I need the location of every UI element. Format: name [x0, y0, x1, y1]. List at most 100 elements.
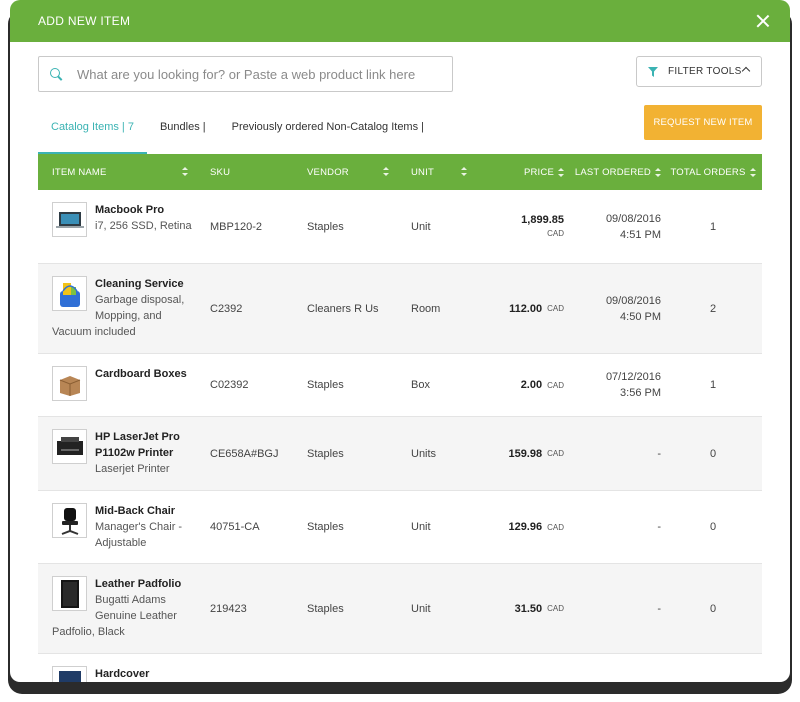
vendor-cell: Staples	[307, 447, 344, 460]
unit-cell: Units	[411, 447, 437, 460]
last-ordered-cell: -	[564, 564, 664, 653]
vendor-cell: Staples	[307, 379, 344, 391]
tab-bar: Catalog Items | 7 Bundles | Previously o…	[38, 110, 437, 154]
total-orders-cell: 2	[709, 302, 717, 315]
printer-thumbnail	[52, 429, 87, 464]
cleaning-supplies-thumbnail	[52, 276, 87, 311]
vendor-cell: Staples	[307, 220, 344, 233]
items-table: ITEM NAME SKU VENDOR UNIT PRICE LAST ORD…	[38, 154, 762, 682]
table-row[interactable]: Leather Padfolio Bugatti Adams Genuine L…	[38, 564, 762, 654]
sku-cell: CE658A#BGJ	[210, 447, 279, 460]
filter-tools-label: FILTER TOOLS	[668, 66, 742, 77]
item-cell: Cleaning Service Garbage disposal, Moppi…	[38, 264, 196, 353]
price-cell: 112.00 CAD	[501, 264, 564, 353]
table-row[interactable]: Macbook Pro i7, 256 SSD, Retina MBP120-2…	[38, 190, 762, 264]
vendor-cell: Staples	[307, 521, 344, 533]
close-icon[interactable]	[754, 12, 772, 30]
price-value: 112.00	[509, 302, 543, 315]
total-orders-cell: 0	[709, 447, 717, 460]
table-row[interactable]: Cleaning Service Garbage disposal, Moppi…	[38, 264, 762, 354]
filter-tools-button[interactable]: FILTER TOOLS	[636, 56, 762, 87]
column-header-total-orders[interactable]: TOTAL ORDERS	[664, 154, 762, 190]
padfolio-thumbnail	[52, 576, 87, 611]
last-ordered-time: 4:51 PM	[620, 228, 661, 241]
column-header-label: ITEM NAME	[52, 166, 107, 178]
sort-icon	[749, 167, 756, 177]
office-chair-thumbnail	[52, 503, 87, 538]
request-new-item-button[interactable]: REQUEST NEW ITEM	[644, 105, 762, 140]
item-cell: Macbook Pro i7, 256 SSD, Retina	[38, 190, 196, 263]
price-cell: 2.00 CAD	[501, 354, 564, 416]
table-row[interactable]: HP LaserJet Pro P1102w Printer Laserjet …	[38, 417, 762, 491]
last-ordered-cell: -	[564, 417, 664, 490]
last-ordered-time: 4:50 PM	[620, 310, 661, 323]
price-cell: 31.50 CAD	[501, 564, 564, 653]
column-header-price[interactable]: PRICE	[501, 154, 564, 190]
table-header: ITEM NAME SKU VENDOR UNIT PRICE LAST ORD…	[38, 154, 762, 190]
sku-cell: C2392	[210, 302, 243, 315]
column-header-last-ordered[interactable]: LAST ORDERED	[564, 154, 664, 190]
unit-cell: Box	[411, 379, 430, 391]
currency-label: CAD	[547, 604, 564, 613]
total-orders-cell: 0	[709, 521, 717, 533]
sort-icon	[655, 167, 661, 177]
column-header-label: LAST ORDERED	[574, 166, 651, 178]
last-ordered-cell: -	[564, 491, 664, 563]
table-body: Macbook Pro i7, 256 SSD, Retina MBP120-2…	[38, 190, 762, 682]
search-box[interactable]	[38, 56, 453, 92]
search-icon	[49, 67, 63, 81]
unit-cell: Unit	[411, 521, 431, 533]
tab-bundles[interactable]: Bundles |	[147, 110, 219, 154]
column-header-sku[interactable]: SKU	[196, 154, 293, 190]
currency-label: CAD	[547, 380, 564, 390]
search-input[interactable]	[77, 66, 437, 82]
column-header-item-name[interactable]: ITEM NAME	[38, 154, 196, 190]
tab-non-catalog-items[interactable]: Previously ordered Non-Catalog Items |	[219, 110, 437, 154]
laptop-thumbnail	[52, 202, 87, 237]
last-ordered-time: 3:56 PM	[620, 387, 661, 399]
price-value: 1,899.85	[521, 213, 564, 226]
sort-icon	[461, 167, 467, 176]
table-row[interactable]: Hardcover	[38, 654, 762, 682]
price-value: 2.00	[520, 379, 543, 391]
column-header-label: SKU	[210, 166, 231, 178]
currency-label: CAD	[547, 228, 564, 238]
column-header-unit[interactable]: UNIT	[397, 154, 501, 190]
filter-icon	[648, 66, 658, 77]
unit-cell: Room	[411, 302, 441, 315]
last-ordered-cell: 09/08/2016 4:51 PM	[564, 190, 664, 263]
price-value: 159.98	[508, 447, 543, 460]
unit-cell: Unit	[411, 602, 431, 615]
modal-title: ADD NEW ITEM	[38, 14, 131, 28]
add-item-modal: ADD NEW ITEM FILTER TOOLS Catalog Items …	[10, 0, 790, 682]
last-ordered-date: -	[657, 447, 661, 460]
last-ordered-date: 07/12/2016	[605, 371, 661, 383]
last-ordered-date: -	[657, 521, 661, 533]
price-value: 129.96	[508, 521, 543, 533]
sku-cell: MBP120-2	[210, 220, 262, 233]
tab-catalog-items[interactable]: Catalog Items | 7	[38, 110, 147, 154]
unit-cell: Unit	[411, 220, 431, 233]
table-row[interactable]: Mid-Back Chair Manager's Chair - Adjusta…	[38, 491, 762, 564]
last-ordered-cell: 09/08/2016 4:50 PM	[564, 264, 664, 353]
column-header-label: UNIT	[411, 166, 434, 178]
hardcover-thumbnail	[52, 666, 87, 682]
last-ordered-date: 09/08/2016	[605, 294, 661, 307]
column-header-vendor[interactable]: VENDOR	[293, 154, 397, 190]
total-orders-cell: 0	[709, 602, 717, 615]
chevron-up-icon	[741, 66, 751, 76]
table-row[interactable]: Cardboard Boxes C02392 Staples Box 2.00 …	[38, 354, 762, 417]
last-ordered-cell: 07/12/2016 3:56 PM	[564, 354, 664, 416]
item-cell: Cardboard Boxes	[38, 354, 196, 416]
column-header-label: PRICE	[523, 166, 554, 178]
total-orders-cell: 1	[709, 220, 717, 233]
column-header-label: VENDOR	[307, 166, 349, 178]
item-cell: Hardcover	[38, 654, 196, 682]
item-cell: Leather Padfolio Bugatti Adams Genuine L…	[38, 564, 196, 653]
currency-label: CAD	[547, 304, 564, 313]
cardboard-box-thumbnail	[52, 366, 87, 401]
price-cell: 1,899.85 CAD	[501, 190, 564, 263]
sku-cell: 40751-CA	[210, 521, 260, 533]
item-cell: Mid-Back Chair Manager's Chair - Adjusta…	[38, 491, 196, 563]
price-cell: 129.96 CAD	[501, 491, 564, 563]
